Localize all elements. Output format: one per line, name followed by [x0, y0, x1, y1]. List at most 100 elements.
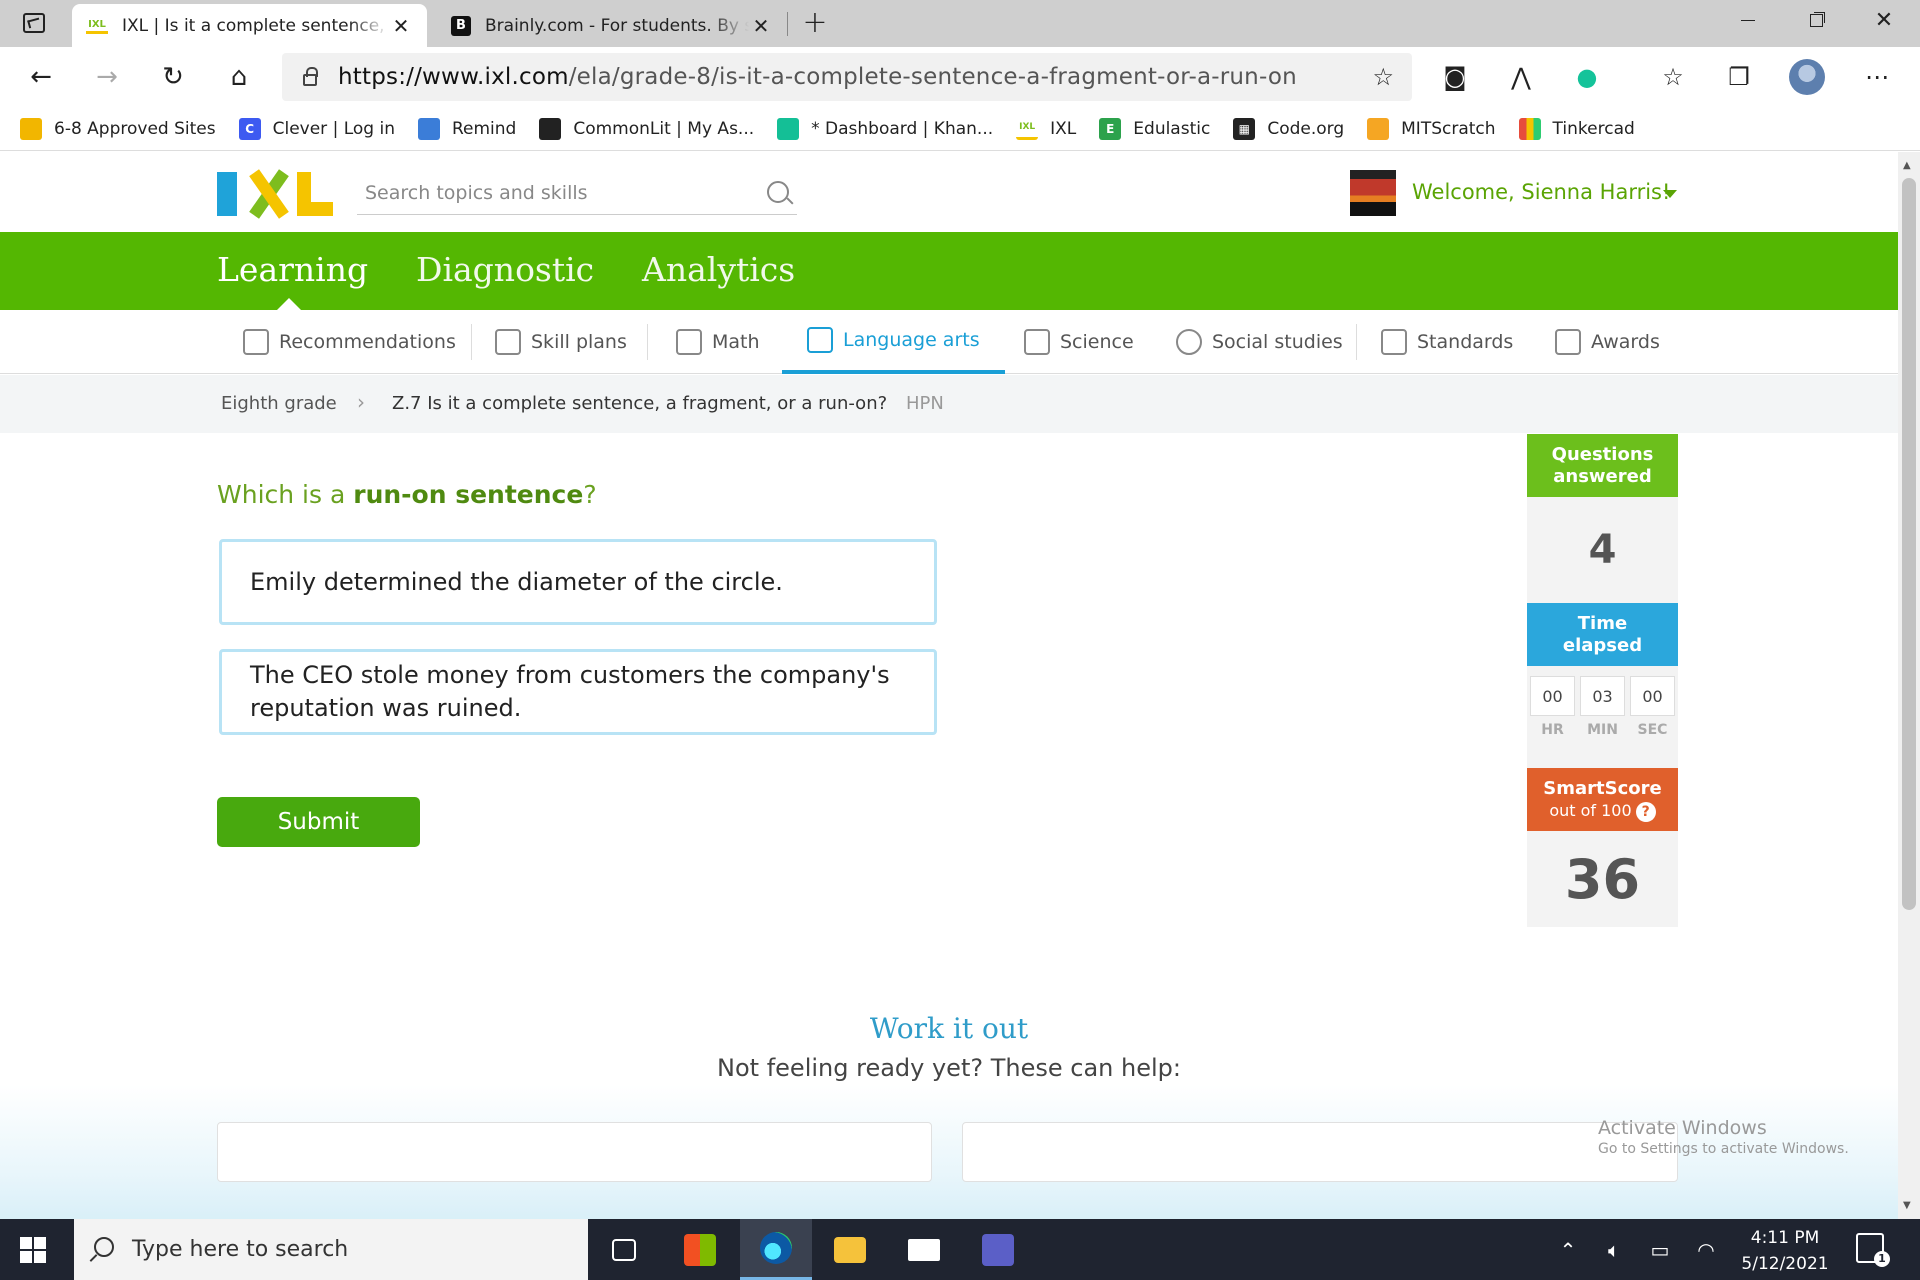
- chevron-right-icon: ›: [357, 390, 365, 414]
- new-tab-plus-icon[interactable]: +: [800, 6, 830, 40]
- work-it-out-subtitle: Not feeling ready yet? These can help:: [717, 1054, 1181, 1082]
- ixl-logo[interactable]: [217, 172, 335, 216]
- close-window-icon[interactable]: ✕: [1856, 0, 1912, 40]
- reload-icon[interactable]: ↻: [150, 47, 196, 107]
- help-resource-card[interactable]: [217, 1122, 932, 1182]
- open-book-icon: [807, 327, 833, 353]
- tab-title: Brainly.com - For students. By students.: [485, 15, 749, 36]
- time-elapsed-timer[interactable]: 00 03 00 HR MIN SEC: [1527, 666, 1678, 768]
- close-tab-icon[interactable]: ✕: [389, 14, 413, 38]
- brainly-favicon-icon: B: [451, 15, 471, 36]
- tab-science[interactable]: Science: [1024, 310, 1134, 374]
- code-org-icon: ▦: [1233, 117, 1256, 140]
- url-host: https://www.ixl.com: [338, 64, 569, 90]
- file-explorer-icon[interactable]: [814, 1219, 886, 1280]
- close-tab-icon[interactable]: ✕: [749, 14, 773, 38]
- scrollbar-thumb[interactable]: [1902, 178, 1916, 910]
- nav-diagnostic[interactable]: Diagnostic: [416, 250, 594, 289]
- ixl-page: Welcome, Sienna Harris! Learning Diagnos…: [0, 152, 1898, 1219]
- ixl-favicon-icon: IXL: [86, 18, 108, 34]
- forward-arrow-icon[interactable]: →: [84, 47, 130, 107]
- bookmark-item[interactable]: E Edulastic: [1099, 117, 1210, 140]
- tab-awards[interactable]: Awards: [1555, 310, 1660, 374]
- tab-skill-plans[interactable]: Skill plans: [495, 310, 627, 374]
- nav-learning[interactable]: Learning: [217, 250, 368, 289]
- more-menu-icon[interactable]: ⋯: [1852, 47, 1902, 107]
- battery-icon[interactable]: ▭: [1642, 1219, 1678, 1280]
- taskbar-search-box[interactable]: Type here to search: [74, 1219, 588, 1280]
- submit-button[interactable]: Submit: [217, 797, 420, 847]
- url-text[interactable]: https://www.ixl.com/ela/grade-8/is-it-a-…: [338, 64, 1297, 90]
- restore-window-icon[interactable]: [1788, 0, 1844, 40]
- microsoft-store-icon[interactable]: [664, 1219, 736, 1280]
- task-view-icon[interactable]: [588, 1219, 660, 1280]
- tinkercad-icon: [1518, 117, 1541, 140]
- bookmark-item[interactable]: MITScratch: [1367, 117, 1496, 140]
- tab-social-studies[interactable]: Social studies: [1176, 310, 1343, 374]
- breadcrumb-grade[interactable]: Eighth grade: [221, 393, 337, 414]
- lock-icon[interactable]: [282, 67, 338, 86]
- help-resource-card[interactable]: [962, 1122, 1678, 1182]
- scroll-down-arrow-icon[interactable]: ▼: [1903, 1200, 1911, 1211]
- bookmark-item[interactable]: C Clever | Log in: [238, 117, 395, 140]
- minimize-window-icon[interactable]: [1720, 0, 1776, 40]
- bookmark-item[interactable]: * Dashboard | Khan...: [777, 117, 993, 140]
- bookmark-item[interactable]: ▦ Code.org: [1233, 117, 1344, 140]
- standards-list-icon: [1381, 329, 1407, 355]
- volume-icon[interactable]: 🔈︎: [1596, 1219, 1632, 1280]
- avatar[interactable]: [1350, 170, 1396, 216]
- clock-time: 4:11 PM: [1750, 1228, 1820, 1248]
- subnav-divider: [1356, 324, 1357, 360]
- chevron-down-icon[interactable]: [1663, 190, 1677, 198]
- mail-icon[interactable]: [888, 1219, 960, 1280]
- beaker-icon: [1024, 329, 1050, 355]
- timer-hours: 00: [1530, 676, 1575, 716]
- search-input[interactable]: [365, 181, 755, 204]
- wifi-icon[interactable]: ◠: [1688, 1219, 1724, 1280]
- subnav-divider: [471, 324, 472, 360]
- bookmark-item[interactable]: IXL IXL: [1016, 117, 1076, 140]
- subject-nav: Recommendations Skill plans Math Languag…: [0, 310, 1898, 374]
- favorites-list-icon[interactable]: ☆: [1648, 47, 1698, 107]
- notification-center-icon[interactable]: 1: [1856, 1233, 1890, 1267]
- taskbar-search-placeholder: Type here to search: [132, 1237, 349, 1262]
- collections-icon[interactable]: ❐: [1714, 47, 1764, 107]
- tab-recommendations[interactable]: Recommendations: [243, 310, 456, 374]
- breadcrumb: Eighth grade › Z.7 Is it a complete sent…: [0, 375, 1898, 433]
- taskbar-clock[interactable]: 4:11 PM 5/12/2021: [1730, 1225, 1840, 1277]
- address-bar[interactable]: https://www.ixl.com/ela/grade-8/is-it-a-…: [282, 53, 1412, 101]
- page-scrollbar[interactable]: ▲ ▼: [1898, 152, 1920, 1219]
- questions-answered-count: 4: [1527, 497, 1678, 603]
- bookmark-item[interactable]: 6-8 Approved Sites: [20, 117, 216, 140]
- windows-start-icon[interactable]: [20, 1237, 46, 1263]
- tab-standards[interactable]: Standards: [1381, 310, 1513, 374]
- add-favorite-star-icon[interactable]: ☆: [1372, 63, 1394, 91]
- extension-icon[interactable]: ⋀: [1496, 47, 1546, 107]
- questions-answered-label: Questions answered: [1527, 434, 1678, 497]
- edge-browser-icon[interactable]: [740, 1219, 812, 1280]
- tab-language-arts[interactable]: Language arts: [782, 310, 1005, 374]
- scroll-up-arrow-icon[interactable]: ▲: [1903, 160, 1911, 171]
- bookmark-item[interactable]: Remind: [417, 117, 516, 140]
- tab-ixl[interactable]: IXL IXL | Is it a complete sentence, a f…: [72, 4, 427, 47]
- teams-icon[interactable]: [962, 1219, 1034, 1280]
- answer-choice[interactable]: The CEO stole money from customers the c…: [219, 649, 937, 735]
- show-hidden-icons-chevron-icon[interactable]: ⌃: [1550, 1219, 1586, 1280]
- back-arrow-icon[interactable]: ←: [18, 47, 64, 107]
- tab-math[interactable]: Math: [676, 310, 760, 374]
- tab-actions-menu-icon[interactable]: [14, 8, 54, 38]
- globe-icon: [1176, 329, 1202, 355]
- tab-brainly[interactable]: B Brainly.com - For students. By student…: [437, 4, 787, 47]
- pocket-extension-icon[interactable]: ◙: [1430, 47, 1480, 107]
- answer-choice[interactable]: Emily determined the diameter of the cir…: [219, 539, 937, 625]
- profile-avatar[interactable]: [1782, 47, 1832, 107]
- bookmark-item[interactable]: CommonLit | My As...: [539, 117, 754, 140]
- bookmark-item[interactable]: Tinkercad: [1518, 117, 1635, 140]
- home-icon[interactable]: ⌂: [216, 47, 262, 107]
- welcome-message[interactable]: Welcome, Sienna Harris!: [1412, 180, 1670, 204]
- search-icon[interactable]: [767, 181, 789, 203]
- grammarly-extension-icon[interactable]: ●: [1562, 47, 1612, 107]
- nav-analytics[interactable]: Analytics: [642, 250, 795, 289]
- help-question-icon[interactable]: ?: [1635, 801, 1656, 822]
- subnav-divider: [647, 324, 648, 360]
